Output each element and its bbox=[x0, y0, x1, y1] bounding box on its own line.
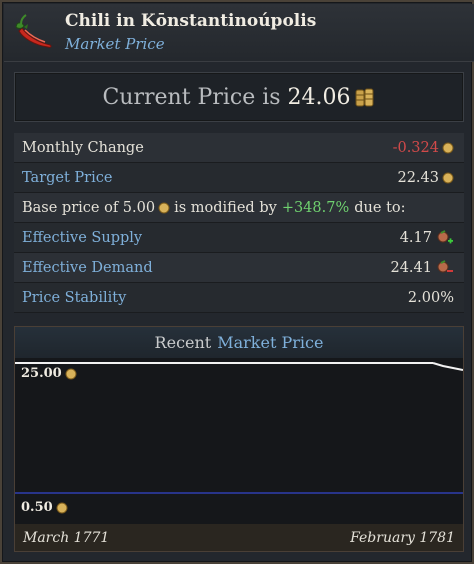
recent-market-price-graph: Recent Market Price 25.00 0.50 March 177… bbox=[14, 326, 464, 552]
graph-title-prefix: Recent bbox=[154, 333, 212, 352]
monthly-change-number: -0.324 bbox=[392, 139, 439, 156]
coin-icon bbox=[158, 202, 170, 213]
current-price-label: Current Price is bbox=[102, 84, 281, 110]
chili-pepper-icon bbox=[15, 14, 52, 48]
target-price-link[interactable]: Target Price bbox=[22, 170, 397, 186]
effective-demand-number: 24.41 bbox=[390, 259, 432, 276]
coin-icon bbox=[442, 142, 454, 153]
y-axis-max-value: 25.00 bbox=[21, 366, 62, 381]
y-axis-min-value: 0.50 bbox=[21, 500, 53, 515]
supply-plus-icon bbox=[437, 229, 453, 243]
monthly-change-value: -0.324 bbox=[393, 140, 454, 156]
price-history-plot bbox=[15, 362, 463, 494]
price-history-line-tail bbox=[432, 362, 463, 371]
monthly-change-label: Monthly Change bbox=[22, 139, 144, 156]
effective-supply-number: 4.17 bbox=[399, 229, 432, 246]
graph-title-link[interactable]: Market Price bbox=[217, 333, 323, 352]
tooltip-title: Chili in Kōnstantinoúpolis bbox=[65, 11, 317, 31]
effective-demand-row[interactable]: Effective Demand 24.41 bbox=[14, 253, 464, 283]
graph-title: Recent Market Price bbox=[15, 327, 463, 358]
effective-supply-row[interactable]: Effective Supply 4.17 bbox=[14, 223, 464, 253]
base-price-row: Base price of 5.00 is modified by +348.7… bbox=[14, 193, 464, 223]
base-price-prefix: Base price of 5.00 bbox=[22, 199, 156, 216]
base-price-middle: is modified by bbox=[174, 199, 277, 216]
current-price-value: 24.06 bbox=[287, 84, 351, 110]
price-breakdown-table: Monthly Change -0.324 Target Price 22.43… bbox=[14, 133, 464, 313]
tooltip-subtitle: Market Price bbox=[65, 35, 165, 53]
tooltip-header: Chili in Kōnstantinoúpolis Market Price bbox=[4, 4, 474, 62]
effective-demand-link[interactable]: Effective Demand bbox=[22, 260, 390, 276]
market-price-tooltip: Chili in Kōnstantinoúpolis Market Price … bbox=[0, 0, 474, 564]
base-price-percent: +348.7% bbox=[281, 199, 350, 216]
graph-x-axis: March 1771 February 1781 bbox=[15, 524, 463, 551]
demand-minus-icon bbox=[437, 259, 453, 272]
target-price-number: 22.43 bbox=[397, 169, 439, 186]
x-axis-start-label: March 1771 bbox=[23, 529, 110, 546]
price-stability-row[interactable]: Price Stability 2.00% bbox=[14, 283, 464, 313]
effective-supply-link[interactable]: Effective Supply bbox=[22, 230, 400, 246]
target-price-row[interactable]: Target Price 22.43 bbox=[14, 163, 464, 193]
effective-demand-value: 24.41 bbox=[390, 259, 454, 277]
price-stability-value: 2.00% bbox=[407, 289, 454, 306]
monthly-change-row: Monthly Change -0.324 bbox=[14, 133, 464, 163]
current-price-box: Current Price is 24.06 bbox=[14, 72, 464, 122]
effective-supply-value: 4.17 bbox=[400, 229, 454, 247]
coin-icon bbox=[56, 502, 68, 513]
x-axis-end-label: February 1781 bbox=[350, 529, 455, 546]
base-price-suffix: due to: bbox=[354, 199, 406, 216]
y-axis-max-label: 25.00 bbox=[21, 366, 77, 381]
target-price-value: 22.43 bbox=[397, 170, 454, 186]
price-stability-link[interactable]: Price Stability bbox=[22, 290, 408, 306]
y-axis-min-label: 0.50 bbox=[21, 500, 68, 515]
coin-icon bbox=[65, 368, 77, 379]
coin-icon bbox=[442, 172, 454, 183]
coin-stack-icon bbox=[355, 88, 374, 107]
